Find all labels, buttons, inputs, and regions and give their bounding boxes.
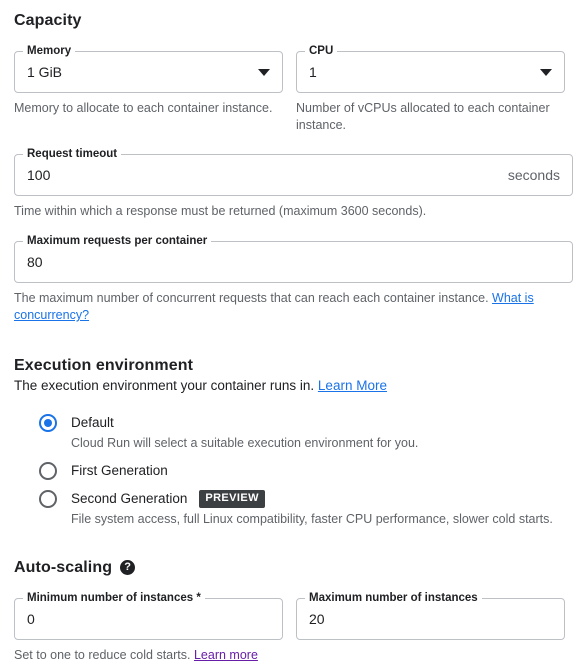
radio-label-second-generation: Second Generation PREVIEW xyxy=(71,489,553,508)
radio-label-second-generation-text: Second Generation xyxy=(71,491,188,506)
max-requests-label: Maximum requests per container xyxy=(23,234,212,248)
memory-helper-text: Memory to allocate to each container ins… xyxy=(14,101,273,115)
radio-icon-default[interactable] xyxy=(39,414,57,432)
radio-label-first-generation: First Generation xyxy=(71,463,168,478)
execution-environment-subtitle-text: The execution environment your container… xyxy=(14,378,318,393)
request-timeout-helper-text: Time within which a response must be ret… xyxy=(14,204,427,218)
cpu-value: 1 xyxy=(309,64,317,80)
memory-column: Memory 1 GiB Memory to allocate to each … xyxy=(14,44,283,134)
max-requests-value: 80 xyxy=(27,254,43,270)
min-instances-column: Minimum number of instances * 0 Set to o… xyxy=(14,591,283,664)
radio-option-second-generation[interactable]: Second Generation PREVIEW File system ac… xyxy=(39,489,573,528)
autoscaling-title: Auto-scaling xyxy=(14,559,113,576)
instances-row: Minimum number of instances * 0 Set to o… xyxy=(14,591,573,664)
max-requests-input[interactable]: Maximum requests per container 80 xyxy=(14,234,573,283)
request-timeout-suffix: seconds xyxy=(507,167,560,183)
request-timeout-label: Request timeout xyxy=(23,147,122,161)
cpu-label: CPU xyxy=(305,44,338,58)
memory-select[interactable]: Memory 1 GiB xyxy=(14,44,283,93)
radio-icon-second-generation[interactable] xyxy=(39,490,57,508)
cpu-column: CPU 1 Number of vCPUs allocated to each … xyxy=(296,44,565,134)
preview-badge: PREVIEW xyxy=(199,489,265,508)
request-timeout-value: 100 xyxy=(27,167,51,183)
min-instances-helper-body: Set to one to reduce cold starts. xyxy=(14,648,194,662)
settings-form: Capacity Memory 1 GiB Memory to allocate… xyxy=(0,0,587,664)
min-instances-input[interactable]: Minimum number of instances * 0 xyxy=(14,591,283,640)
max-requests-helper-body: The maximum number of concurrent request… xyxy=(14,291,493,305)
chevron-down-icon[interactable] xyxy=(258,68,270,76)
max-instances-input[interactable]: Maximum number of instances 20 xyxy=(296,591,565,640)
radio-option-default[interactable]: Default Cloud Run will select a suitable… xyxy=(39,413,573,452)
request-timeout-input[interactable]: Request timeout 100 seconds xyxy=(14,147,573,196)
execution-environment-subtitle: The execution environment your container… xyxy=(14,377,573,395)
capacity-section-title: Capacity xyxy=(14,12,82,29)
radio-desc-default: Cloud Run will select a suitable executi… xyxy=(71,436,419,450)
memory-value: 1 GiB xyxy=(27,64,63,80)
min-instances-label: Minimum number of instances * xyxy=(23,591,205,605)
radio-option-first-generation[interactable]: First Generation xyxy=(39,461,573,480)
min-instances-value: 0 xyxy=(27,611,35,627)
execution-environment-title: Execution environment xyxy=(14,357,194,374)
radio-label-default: Default xyxy=(71,415,114,430)
radio-desc-second-generation: File system access, full Linux compatibi… xyxy=(71,512,553,526)
min-instances-helper-text: Set to one to reduce cold starts. Learn … xyxy=(14,647,283,664)
autoscaling-header: Auto-scaling ? xyxy=(14,559,573,577)
cpu-select[interactable]: CPU 1 xyxy=(296,44,565,93)
memory-label: Memory xyxy=(23,44,76,58)
cpu-helper-text: Number of vCPUs allocated to each contai… xyxy=(296,101,550,132)
help-circle-icon[interactable]: ? xyxy=(120,559,136,575)
learn-more-autoscaling-link[interactable]: Learn more xyxy=(194,648,258,662)
max-instances-column: Maximum number of instances 20 xyxy=(296,591,565,664)
memory-cpu-row: Memory 1 GiB Memory to allocate to each … xyxy=(14,44,573,134)
radio-icon-first-generation[interactable] xyxy=(39,462,57,480)
max-instances-label: Maximum number of instances xyxy=(305,591,482,605)
max-requests-helper-text: The maximum number of concurrent request… xyxy=(14,290,573,324)
max-instances-value: 20 xyxy=(309,611,325,627)
chevron-down-icon[interactable] xyxy=(540,68,552,76)
learn-more-link[interactable]: Learn More xyxy=(318,378,387,393)
